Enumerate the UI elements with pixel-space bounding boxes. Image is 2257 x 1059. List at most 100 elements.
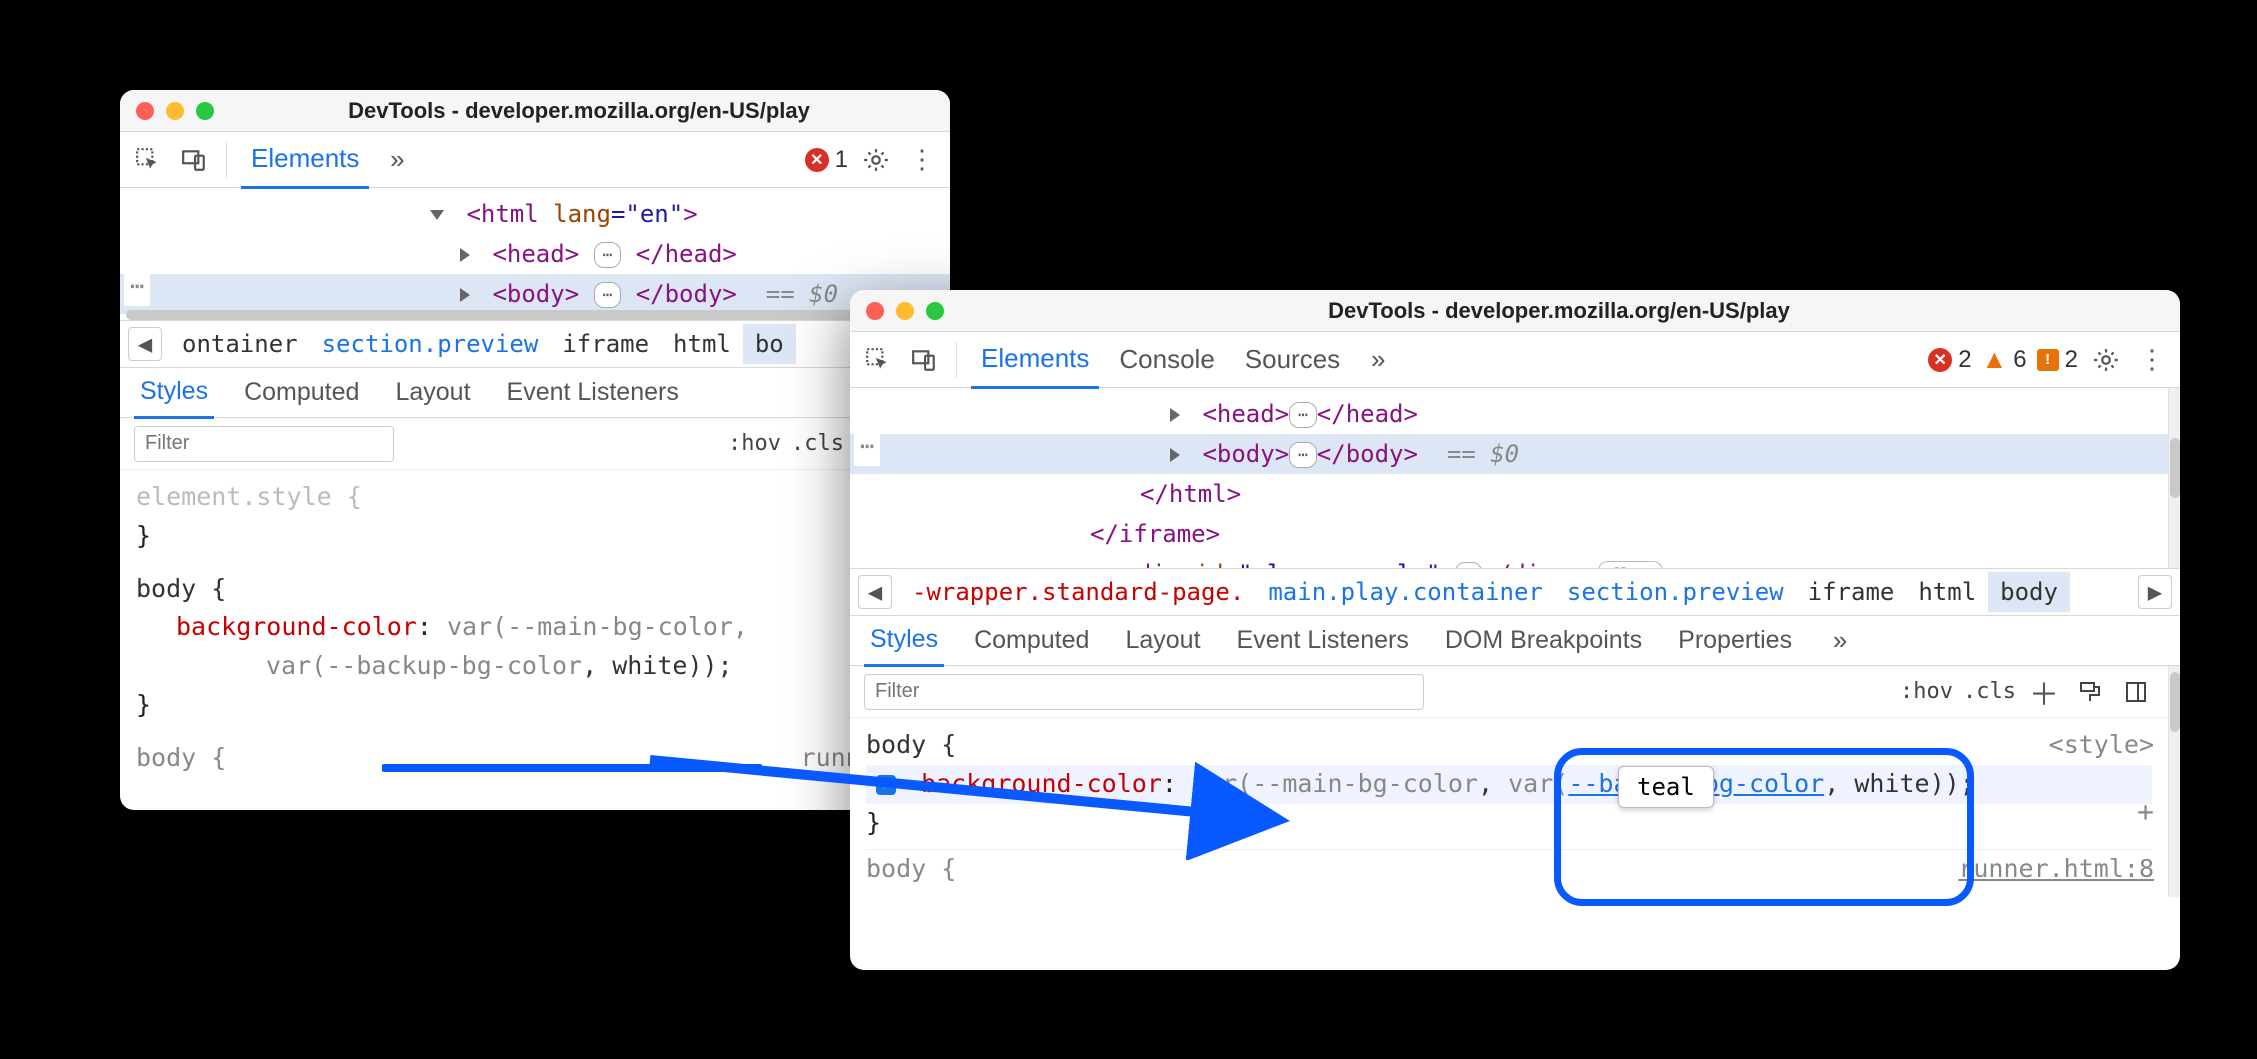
subtab-styles[interactable]: Styles — [134, 367, 214, 419]
scrollbar[interactable] — [2168, 666, 2180, 897]
annotation-underline — [382, 764, 762, 772]
dom-row-div[interactable]: <div id="play-console">⋯</div> flex — [850, 554, 2168, 568]
titlebar: DevTools - developer.mozilla.org/en-US/p… — [120, 90, 950, 132]
traffic-lights — [136, 102, 214, 120]
more-tabs-icon[interactable]: » — [1360, 342, 1396, 378]
breadcrumb: ◀ -wrapper.standard-page. main.play.cont… — [850, 568, 2180, 616]
hov-button[interactable]: :hov — [1900, 679, 1953, 704]
rule-selector[interactable]: body { — [136, 570, 934, 609]
css-declaration[interactable]: ✓ background-color: var(--main-bg-color,… — [866, 765, 2152, 804]
subtab-dom-breakpoints[interactable]: DOM Breakpoints — [1439, 616, 1648, 665]
device-mode-icon[interactable] — [906, 342, 942, 378]
flex-badge[interactable]: flex — [1598, 561, 1663, 569]
dom-tree: <head>⋯</head> <body>⋯</body> == $0 </ht… — [850, 388, 2168, 568]
cls-button[interactable]: .cls — [1963, 679, 2016, 704]
breadcrumb-item[interactable]: iframe — [1796, 572, 1907, 612]
error-badge[interactable]: ✕2 — [1928, 346, 1971, 374]
filter-input[interactable] — [864, 674, 1424, 710]
dom-row-body[interactable]: <body> ⋯ </body> == $0 — [120, 274, 950, 314]
tab-elements[interactable]: Elements — [241, 131, 369, 189]
disclosure-triangle-icon[interactable] — [1170, 448, 1180, 462]
rule-source[interactable]: runner.html:8 — [1958, 850, 2154, 889]
more-tabs-icon[interactable]: » — [379, 142, 415, 178]
breadcrumb-right-icon[interactable]: ▶ — [2138, 575, 2172, 609]
disclosure-triangle-icon[interactable] — [460, 248, 470, 262]
ellipsis-icon[interactable]: ⋯ — [594, 242, 622, 268]
dom-row-iframe-close[interactable]: </iframe> — [850, 514, 2168, 554]
horizontal-scrollbar[interactable] — [126, 310, 930, 320]
new-rule-icon[interactable]: ＋ — [2026, 674, 2062, 710]
error-badge[interactable]: ✕ 1 — [805, 146, 848, 174]
subtab-layout[interactable]: Layout — [389, 368, 476, 417]
info-badge[interactable]: !2 — [2037, 346, 2078, 374]
ellipsis-icon[interactable]: ⋯ — [1289, 442, 1317, 468]
dom-row-body[interactable]: <body>⋯</body> == $0 — [850, 434, 2168, 474]
ellipsis-icon[interactable]: ⋯ — [1289, 402, 1317, 428]
warning-badge[interactable]: ▲6 — [1982, 344, 2027, 375]
tab-sources[interactable]: Sources — [1235, 332, 1350, 387]
breadcrumb-item[interactable]: section.preview — [1555, 572, 1796, 612]
subtab-event-listeners[interactable]: Event Listeners — [501, 368, 685, 417]
breadcrumb-left-icon[interactable]: ◀ — [128, 327, 162, 361]
breadcrumb-item[interactable]: ontainer — [170, 324, 310, 364]
kebab-icon[interactable]: ⋮ — [2134, 342, 2170, 378]
dom-row-head[interactable]: <head>⋯</head> — [850, 394, 2168, 434]
subtab-computed[interactable]: Computed — [238, 368, 365, 417]
error-count: 2 — [1958, 346, 1971, 374]
tab-console[interactable]: Console — [1109, 332, 1224, 387]
tab-elements[interactable]: Elements — [971, 331, 1099, 389]
zoom-icon[interactable] — [196, 102, 214, 120]
ellipsis-icon[interactable]: ⋯ — [594, 282, 622, 308]
window-title: DevTools - developer.mozilla.org/en-US/p… — [224, 98, 934, 124]
zoom-icon[interactable] — [926, 302, 944, 320]
styles-toolbar: :hov .cls ＋ — [850, 666, 2168, 718]
inspect-icon[interactable] — [860, 342, 896, 378]
checkbox-icon[interactable]: ✓ — [876, 775, 896, 795]
disclosure-triangle-icon[interactable] — [1170, 408, 1180, 422]
disclosure-triangle-icon[interactable] — [430, 210, 444, 220]
breadcrumb-item[interactable]: bo — [743, 324, 796, 364]
kebab-icon[interactable]: ⋮ — [904, 142, 940, 178]
inspect-icon[interactable] — [130, 142, 166, 178]
computed-panel-icon[interactable] — [2118, 674, 2154, 710]
dom-row-head[interactable]: <head> ⋯ </head> — [120, 234, 950, 274]
more-tabs-icon[interactable]: » — [1822, 623, 1858, 659]
ellipsis-icon[interactable]: ⋯ — [1455, 562, 1483, 568]
close-icon[interactable] — [866, 302, 884, 320]
breadcrumb-item[interactable]: html — [1906, 572, 1988, 612]
minimize-icon[interactable] — [166, 102, 184, 120]
selected-marker: == $0 — [1447, 440, 1519, 468]
rule-source[interactable]: <style> — [2049, 726, 2154, 765]
breadcrumb-item[interactable]: section.preview — [310, 324, 551, 364]
close-icon[interactable] — [136, 102, 154, 120]
subtab-properties[interactable]: Properties — [1672, 616, 1798, 665]
hov-button[interactable]: :hov — [728, 431, 781, 456]
subtab-styles[interactable]: Styles — [864, 615, 944, 667]
breadcrumb-item[interactable]: iframe — [550, 324, 661, 364]
settings-icon[interactable] — [2088, 342, 2124, 378]
dom-row-html-close[interactable]: </html> — [850, 474, 2168, 514]
devtools-window-2: DevTools - developer.mozilla.org/en-US/p… — [850, 290, 2180, 970]
breadcrumb-item[interactable]: -wrapper.standard-page. — [900, 572, 1256, 612]
device-mode-icon[interactable] — [176, 142, 212, 178]
filter-input[interactable] — [134, 426, 394, 462]
breadcrumb-item[interactable]: html — [661, 324, 743, 364]
add-declaration-icon[interactable]: + — [2137, 790, 2154, 833]
cls-button[interactable]: .cls — [791, 431, 844, 456]
breadcrumb-left-icon[interactable]: ◀ — [858, 575, 892, 609]
breadcrumb-item[interactable]: body — [1988, 572, 2070, 612]
scrollbar[interactable] — [2168, 388, 2180, 568]
subtab-layout[interactable]: Layout — [1119, 616, 1206, 665]
css-declaration[interactable]: background-color: var(--main-bg-color, — [136, 608, 934, 647]
rule-selector[interactable]: body { — [866, 726, 2152, 765]
dom-row-html[interactable]: <html lang="en"> — [120, 194, 950, 234]
subtab-event-listeners[interactable]: Event Listeners — [1231, 616, 1415, 665]
disclosure-triangle-icon[interactable] — [460, 288, 470, 302]
breadcrumb-item[interactable]: main.play.container — [1256, 572, 1555, 612]
settings-icon[interactable] — [858, 142, 894, 178]
paint-icon[interactable] — [2072, 674, 2108, 710]
subtab-computed[interactable]: Computed — [968, 616, 1095, 665]
minimize-icon[interactable] — [896, 302, 914, 320]
tooltip: teal — [1618, 766, 1714, 808]
css-declaration-cont[interactable]: var(--backup-bg-color, white)); — [136, 647, 934, 686]
